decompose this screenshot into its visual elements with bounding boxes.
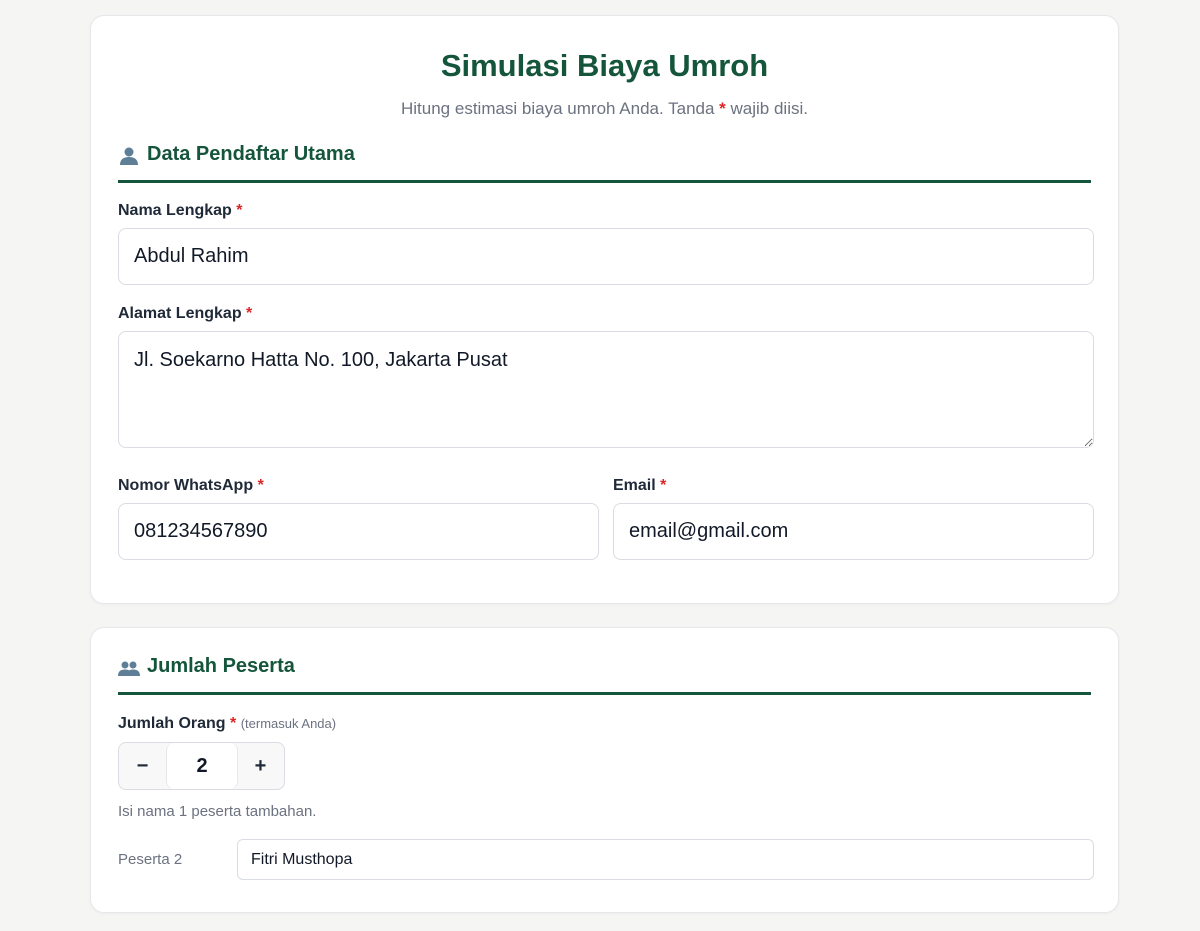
decrement-button[interactable]: − xyxy=(119,743,166,789)
section-header-primary: Data Pendaftar Utama xyxy=(118,143,1091,183)
section-header-participants: Jumlah Peserta xyxy=(118,655,1091,695)
count-label: Jumlah Orang * (termasuk Anda) xyxy=(118,715,336,733)
required-marker: * xyxy=(660,477,667,494)
address-label: Alamat Lengkap * xyxy=(118,305,252,323)
required-marker: * xyxy=(230,715,237,732)
full-name-input[interactable] xyxy=(118,228,1094,285)
registrant-card: Simulasi Biaya Umroh Hitung estimasi bia… xyxy=(90,15,1119,604)
email-label: Email * xyxy=(613,477,666,495)
address-textarea[interactable]: Jl. Soekarno Hatta No. 100, Jakarta Pusa… xyxy=(118,331,1094,448)
name-label-text: Nama Lengkap xyxy=(118,202,232,219)
page-subtitle: Hitung estimasi biaya umroh Anda. Tanda … xyxy=(91,99,1118,119)
section-title-primary: Data Pendaftar Utama xyxy=(147,143,355,165)
participants-helper-text: Isi nama 1 peserta tambahan. xyxy=(118,803,317,820)
count-hint: (termasuk Anda) xyxy=(240,716,337,731)
address-label-text: Alamat Lengkap xyxy=(118,305,242,322)
user-icon xyxy=(120,147,138,165)
participant-2-name-input[interactable] xyxy=(237,839,1094,880)
increment-button[interactable]: + xyxy=(237,743,284,789)
participant-2-label: Peserta 2 xyxy=(118,851,183,868)
email-label-text: Email xyxy=(613,477,656,494)
section-title-participants: Jumlah Peserta xyxy=(147,655,295,677)
participant-count-stepper: − 2 + xyxy=(118,742,285,790)
required-marker: * xyxy=(246,305,253,322)
whatsapp-input[interactable] xyxy=(118,503,599,560)
page-title: Simulasi Biaya Umroh xyxy=(440,48,769,83)
required-marker: * xyxy=(719,99,726,118)
whatsapp-label-text: Nomor WhatsApp xyxy=(118,477,254,494)
users-icon xyxy=(118,661,140,676)
required-marker: * xyxy=(236,202,243,219)
participant-count-value[interactable]: 2 xyxy=(166,743,238,789)
subtitle-text: Hitung estimasi biaya umroh Anda. Tanda xyxy=(401,99,720,118)
name-label: Nama Lengkap * xyxy=(118,202,243,220)
count-label-text: Jumlah Orang xyxy=(118,715,226,732)
whatsapp-label: Nomor WhatsApp * xyxy=(118,477,264,495)
email-input[interactable] xyxy=(613,503,1094,560)
subtitle-text-end: wajib diisi. xyxy=(725,99,808,118)
participants-card: Jumlah Peserta Jumlah Orang * (termasuk … xyxy=(90,627,1119,913)
required-marker: * xyxy=(257,477,264,494)
